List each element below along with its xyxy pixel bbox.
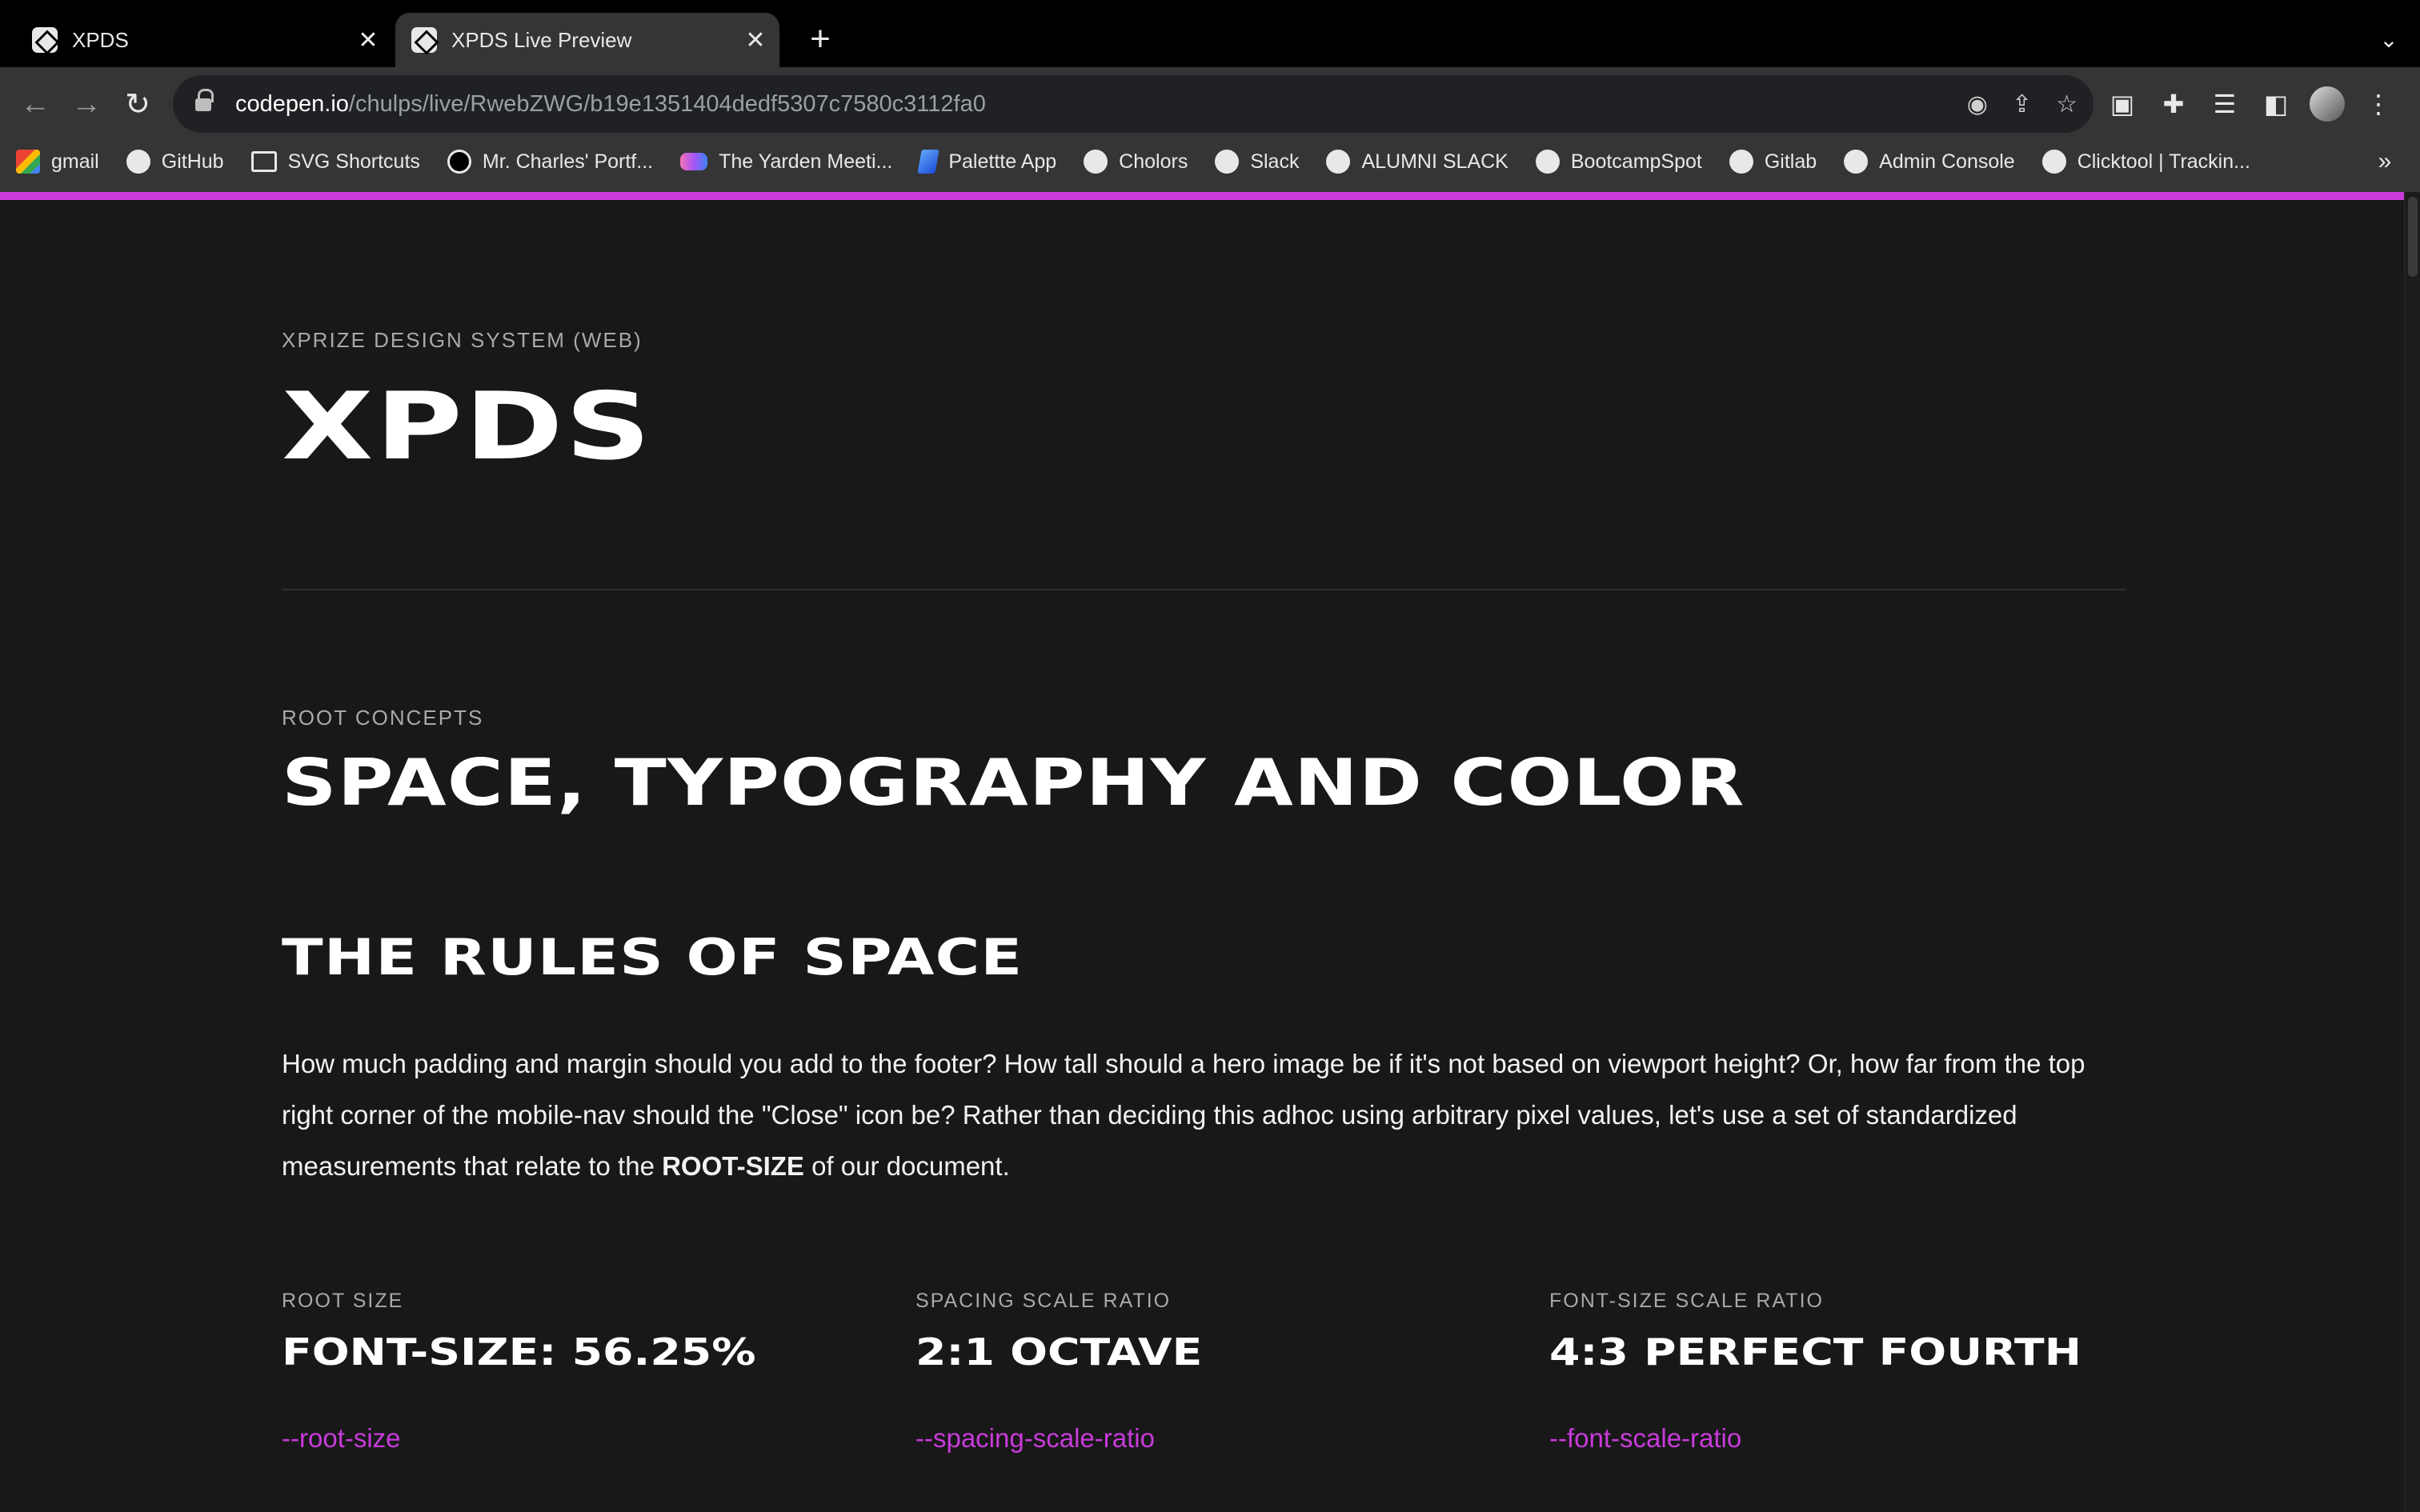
space-intro-paragraph: How much padding and margin should you a… (282, 1038, 2126, 1192)
bookmark-label: GitHub (161, 150, 224, 173)
github-icon (126, 150, 150, 174)
root-size-emphasis: ROOT-SIZE (662, 1151, 804, 1181)
globe-icon (1729, 150, 1753, 174)
bookmark-label: Cholors (1119, 150, 1188, 173)
tab-title: XPDS (72, 27, 129, 52)
forward-button[interactable]: → (61, 78, 112, 130)
url-path: /chulps/live/RwebZWG/b19e1351404dedf5307… (348, 90, 986, 117)
share-icon[interactable]: ⇪ (2012, 90, 2032, 118)
spec-label: FONT-SIZE SCALE RATIO (1549, 1290, 1824, 1312)
spec-variable: --spacing-scale-ratio (916, 1423, 1155, 1453)
bookmark-label: Admin Console (1879, 150, 2015, 173)
page-title: XPDS (282, 373, 653, 481)
close-icon[interactable]: ✕ (739, 24, 771, 56)
kebab-menu-icon[interactable]: ⋮ (2361, 89, 2396, 119)
codepen-icon (32, 27, 58, 53)
page-scrollbar[interactable] (2404, 192, 2420, 1512)
spec-variable: --font-scale-ratio (1549, 1423, 1742, 1453)
star-icon[interactable]: ☆ (2056, 90, 2077, 118)
bookmark-alumni-slack[interactable]: ALUMNI SLACK (1326, 150, 1508, 174)
spec-variable: --root-size (282, 1423, 401, 1453)
bookmark-palettte-app[interactable]: Palettte App (917, 150, 1057, 174)
profile-avatar[interactable] (2310, 86, 2345, 122)
media-queue-icon[interactable]: ☰ (2207, 89, 2242, 119)
bookmark-label: BootcampSpot (1570, 150, 1702, 173)
accent-bar (0, 192, 2404, 200)
bookmark-charles-portfolio[interactable]: Mr. Charles' Portf... (447, 150, 653, 174)
bookmark-label: Clicktool | Trackin... (2077, 150, 2250, 173)
globe-icon (1084, 150, 1108, 174)
bookmark-label: Gitlab (1764, 150, 1817, 173)
eye-off-icon[interactable]: ◉ (1967, 90, 1988, 118)
spec-value: 4:3 PERFECT FOURTH (1549, 1330, 2081, 1374)
bookmark-label: gmail (51, 150, 99, 173)
section-title: SPACE, TYPOGRAPHY AND COLOR (282, 746, 1745, 820)
bookmark-github[interactable]: GitHub (126, 150, 224, 174)
bookmark-label: ALUMNI SLACK (1361, 150, 1508, 173)
bookmark-yarden-meeting[interactable]: The Yarden Meeti... (680, 150, 892, 174)
side-panel-icon[interactable]: ◧ (2258, 89, 2294, 119)
reload-button[interactable]: ↻ (112, 78, 163, 130)
body-text-start: How much padding and margin should you a… (282, 1049, 2085, 1181)
spec-grid: ROOT SIZE FONT-SIZE: 56.25% --root-size … (282, 1290, 2126, 1482)
bookmark-svg-shortcuts[interactable]: SVG Shortcuts (250, 150, 420, 174)
portfolio-icon (447, 150, 471, 174)
back-button[interactable]: ← (10, 78, 61, 130)
spec-spacing-scale-ratio: SPACING SCALE RATIO 2:1 OCTAVE --spacing… (916, 1290, 1524, 1454)
spec-label: ROOT SIZE (282, 1290, 404, 1312)
new-tab-button[interactable]: + (800, 19, 840, 59)
section-eyebrow: ROOT CONCEPTS (282, 706, 484, 730)
globe-icon (1215, 150, 1240, 174)
palette-icon (917, 150, 940, 174)
lock-icon[interactable] (195, 89, 214, 113)
gmail-icon (16, 150, 40, 174)
tab-strip: XPDS ✕ XPDS Live Preview ✕ + ⌄ (0, 0, 2420, 67)
bookmark-gitlab[interactable]: Gitlab (1729, 150, 1817, 174)
bookmark-clicktool[interactable]: Clicktool | Trackin... (2041, 150, 2250, 174)
hero-eyebrow: XPRIZE DESIGN SYSTEM (WEB) (282, 328, 643, 352)
extension-icon[interactable]: ▣ (2105, 89, 2140, 119)
globe-icon (1326, 150, 1351, 174)
bookmark-label: The Yarden Meeti... (719, 150, 893, 173)
address-bar[interactable]: codepen.io/chulps/live/RwebZWG/b19e13514… (173, 75, 2093, 133)
bookmark-label: SVG Shortcuts (287, 150, 420, 173)
globe-icon (1535, 150, 1560, 174)
omnibox-actions: ◉ ⇪ ☆ (1967, 75, 2077, 133)
section-divider (282, 589, 2126, 590)
extension-icons: ▣ ✚ ☰ ◧ ⋮ (2105, 78, 2396, 130)
bookmark-bootcampspot[interactable]: BootcampSpot (1535, 150, 1702, 174)
tab-search-chevron-icon[interactable]: ⌄ (2369, 19, 2409, 59)
globe-icon (1844, 150, 1869, 174)
globe-icon (2041, 150, 2066, 174)
gradient-blob-icon (680, 153, 708, 170)
bookmark-label: Palettte App (948, 150, 1057, 173)
bookmark-label: Slack (1250, 150, 1300, 173)
more-bookmarks-chevron-icon[interactable]: » (2369, 138, 2401, 186)
codepen-icon (411, 27, 437, 53)
scrollbar-thumb[interactable] (2408, 197, 2418, 277)
tab-xpds-live-preview[interactable]: XPDS Live Preview ✕ (395, 13, 779, 67)
folder-icon (250, 151, 277, 172)
spec-value: FONT-SIZE: 56.25% (282, 1330, 756, 1374)
bookmarks-bar: gmail GitHub SVG Shortcuts Mr. Charles' … (16, 138, 2250, 186)
browser-toolbar: ← → ↻ codepen.io/chulps/live/RwebZWG/b19… (0, 67, 2420, 192)
bookmark-gmail[interactable]: gmail (16, 150, 99, 174)
spec-label: SPACING SCALE RATIO (916, 1290, 1172, 1312)
subsection-title: THE RULES OF SPACE (282, 928, 1024, 986)
url-host: codepen.io (235, 90, 349, 117)
spec-value: 2:1 OCTAVE (916, 1330, 1203, 1374)
bookmark-admin-console[interactable]: Admin Console (1844, 150, 2015, 174)
bookmark-cholors[interactable]: Cholors (1084, 150, 1188, 174)
bookmark-label: Mr. Charles' Portf... (482, 150, 654, 173)
spec-root-size: ROOT SIZE FONT-SIZE: 56.25% --root-size (282, 1290, 890, 1454)
url-text[interactable]: codepen.io/chulps/live/RwebZWG/b19e13514… (235, 91, 986, 118)
puzzle-icon[interactable]: ✚ (2156, 89, 2191, 119)
close-icon[interactable]: ✕ (352, 24, 384, 56)
tab-xpds[interactable]: XPDS ✕ (16, 13, 392, 67)
tab-title: XPDS Live Preview (451, 27, 632, 52)
spec-font-size-scale-ratio: FONT-SIZE SCALE RATIO 4:3 PERFECT FOURTH… (1549, 1290, 2158, 1454)
body-text-end: of our document. (803, 1151, 1010, 1181)
page-viewport: XPRIZE DESIGN SYSTEM (WEB) XPDS ROOT CON… (0, 192, 2420, 1512)
bookmark-slack[interactable]: Slack (1215, 150, 1299, 174)
